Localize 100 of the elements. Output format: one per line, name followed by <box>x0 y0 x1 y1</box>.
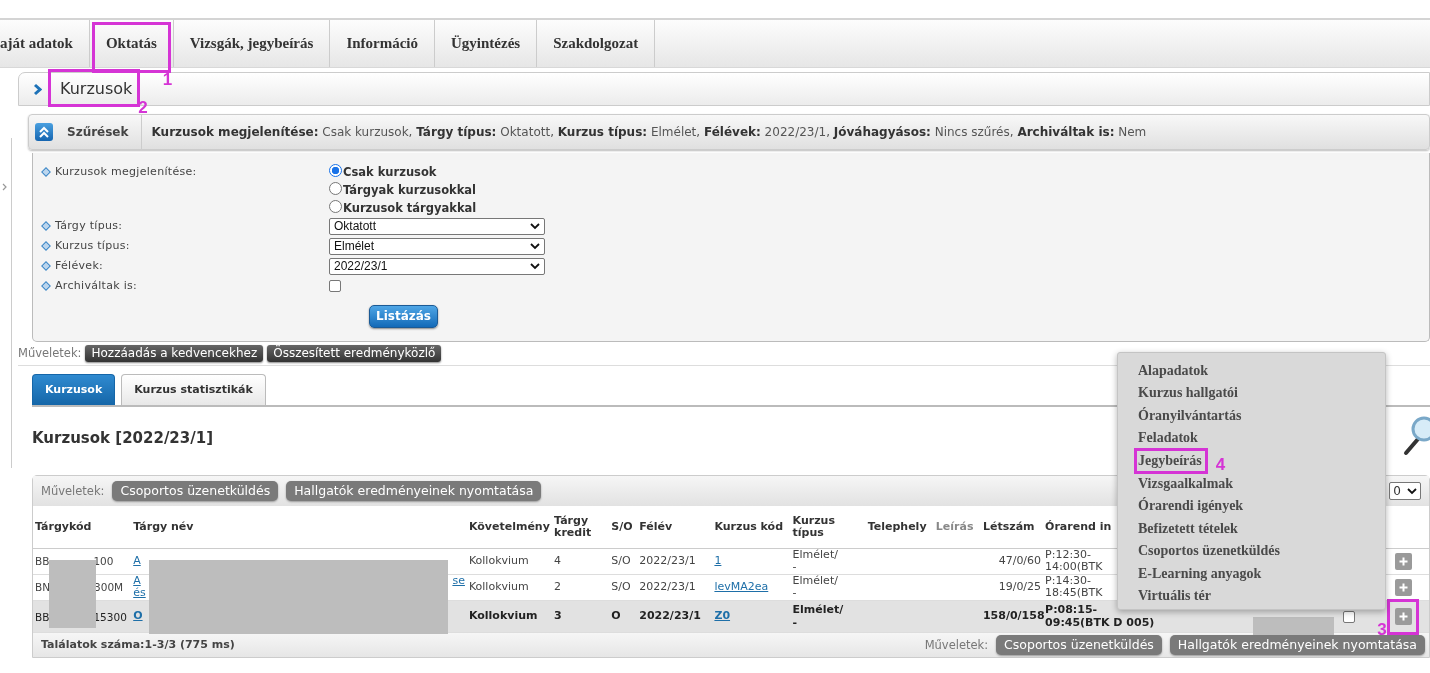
action-button[interactable]: Összesített eredményközlő <box>267 345 442 362</box>
plus-icon <box>1398 612 1408 622</box>
menu-item[interactable]: Virtuális tér <box>1138 588 1211 604</box>
column-header[interactable]: Félév <box>639 520 711 533</box>
action-button[interactable]: Hallgatók eredményeinek nyomtatása <box>286 481 542 501</box>
collapse-icon[interactable] <box>35 123 53 141</box>
table-cell: P:12:30- 14:00(BTK <box>1045 548 1103 574</box>
select-field[interactable]: Oktatott <box>329 218 545 235</box>
menu-item[interactable]: Feladatok <box>1138 430 1198 446</box>
actions-label: Műveletek: <box>924 637 989 653</box>
subject-link[interactable]: se <box>452 574 465 588</box>
course-code-link[interactable]: 1 <box>714 553 722 567</box>
select-field[interactable]: Elmélet <box>329 238 545 255</box>
expand-button[interactable] <box>1394 608 1412 626</box>
table-cell: 19/0/25 <box>998 580 1042 594</box>
actions-label: Műveletek: <box>41 483 105 499</box>
table-cell: 158/0/158 <box>982 609 1045 623</box>
column-header[interactable]: Tárgykód <box>35 520 130 533</box>
expand-icon[interactable] <box>2 183 7 191</box>
radio-option[interactable]: Csak kurzusok <box>329 163 477 181</box>
course-code-text: BB <box>35 555 50 568</box>
table-cell: S/O <box>611 553 631 567</box>
table-cell: Kollokvium <box>468 609 538 623</box>
action-button[interactable]: Csoportos üzenetküldés <box>112 481 279 501</box>
nav-item[interactable]: Vizsgák, jegybeírás <box>189 34 314 53</box>
plus-icon <box>1398 582 1408 592</box>
page-size-select[interactable]: 0 <box>1389 482 1421 500</box>
table-cell: Elmélet/ - <box>792 574 838 601</box>
column-header[interactable]: Tárgy kredit <box>554 514 608 539</box>
table-cell: Elmélet/ - <box>792 548 838 574</box>
action-button[interactable]: Hozzáadás a kedvencekhez <box>85 345 264 362</box>
action-button[interactable]: Csoportos üzenetküldés <box>996 635 1162 655</box>
page-title: Kurzusok <box>60 79 133 98</box>
menu-item[interactable]: Óranyilvántartás <box>1138 407 1242 423</box>
course-code-link[interactable]: Z0 <box>714 609 731 623</box>
subject-link[interactable]: A <box>133 574 141 588</box>
menu-item[interactable]: Csoportos üzenetküldés <box>1138 543 1280 559</box>
plus-icon <box>1398 556 1408 566</box>
table-cell: 2022/23/1 <box>639 580 696 594</box>
table-cell: 2022/23/1 <box>639 553 696 567</box>
dropdown-icon <box>1407 487 1417 495</box>
list-button[interactable]: Listázás <box>369 305 438 328</box>
menu-item[interactable]: Befizetett tételek <box>1138 520 1238 536</box>
column-header[interactable]: Létszám <box>982 520 1042 533</box>
column-header[interactable]: Követelmény <box>468 520 551 533</box>
column-header[interactable]: Kurzus típus <box>792 514 864 539</box>
result-count: Találatok száma:1-3/3 (775 ms) <box>41 638 235 652</box>
radio-option[interactable]: Kurzusok tárgyakkal <box>329 199 477 217</box>
filter-summary: Kurzusok megjelenítése: Csak kurzusok, Tárgy típus: Oktatott, Kurzus típus: Elmélet, Félévek: 2022/23/1, Jóváhagyásos: Nincs szűrés, Archiváltak is: Nem <box>150 124 1147 140</box>
dropdown-icon <box>530 243 540 250</box>
checkbox[interactable] <box>329 280 341 292</box>
redaction-block <box>49 560 96 628</box>
action-button[interactable]: Hallgatók eredményeinek nyomtatása <box>1169 635 1425 655</box>
row-checkbox[interactable] <box>1342 610 1355 623</box>
filters-label[interactable]: Szűrések <box>53 115 142 149</box>
nav-item[interactable]: Szakdolgozat <box>553 34 639 53</box>
menu-item[interactable]: Alapadatok <box>1138 362 1209 378</box>
subject-link[interactable]: A <box>133 554 141 568</box>
subject-link[interactable]: O <box>133 610 143 623</box>
nav-item[interactable]: Oktatás <box>105 34 157 53</box>
course-code-text: 15300 <box>93 610 127 623</box>
chevron-icon <box>33 82 42 96</box>
course-code-text: 100 <box>93 555 114 568</box>
course-code-text: BN <box>35 581 51 594</box>
field-label: Kurzusok megjelenítése: <box>55 164 197 180</box>
select-field[interactable]: 2022/23/1 <box>329 258 545 275</box>
table-cell: P:14:30- 18:45(BTK <box>1045 574 1103 601</box>
table-cell: O <box>611 609 621 623</box>
expand-button[interactable] <box>1394 552 1412 570</box>
nav-item[interactable]: aját adatok <box>0 34 73 53</box>
column-header[interactable]: Telephely <box>867 520 932 533</box>
course-code-link[interactable]: levMA2ea <box>714 580 769 594</box>
table-cell: S/O <box>611 580 631 594</box>
menu-item[interactable]: E-Learning anyagok <box>1138 565 1262 581</box>
field-label: Tárgy típus: <box>55 218 123 234</box>
tab[interactable]: Kurzus statisztikák <box>121 374 266 405</box>
subject-link[interactable]: és <box>133 586 146 600</box>
dropdown-icon <box>530 223 540 230</box>
column-header[interactable]: Tárgy név <box>133 520 465 533</box>
nav-item[interactable]: Ügyintézés <box>451 34 521 53</box>
menu-item[interactable]: Jegybeírás <box>1138 452 1202 468</box>
menu-item[interactable]: Kurzus hallgatói <box>1138 385 1238 401</box>
table-cell: 47/0/60 <box>998 553 1042 567</box>
radio-option[interactable]: Tárgyak kurzusokkal <box>329 181 477 199</box>
table-cell: 3 <box>554 609 562 623</box>
table-cell: P:08:15- 09:45(BTK D 005) <box>1045 603 1155 630</box>
column-header[interactable]: S/O <box>611 520 636 533</box>
tab[interactable]: Kurzusok <box>32 374 116 405</box>
annotation-box <box>1386 599 1419 636</box>
menu-item[interactable]: Vizsgaalkalmak <box>1138 475 1234 491</box>
menu-item[interactable]: Órarendi igények <box>1138 498 1244 514</box>
annotation-number: 1 <box>162 71 173 88</box>
expand-button[interactable] <box>1394 578 1412 596</box>
column-header[interactable]: Leírás <box>935 520 979 533</box>
actions-label: Műveletek: <box>18 346 82 361</box>
table-cell: 2 <box>554 580 562 594</box>
column-header[interactable]: Kurzus kód <box>714 520 789 533</box>
table-cell: Kollokvium <box>468 580 529 594</box>
nav-item[interactable]: Információ <box>346 34 419 53</box>
field-label: Félévek: <box>55 258 104 274</box>
